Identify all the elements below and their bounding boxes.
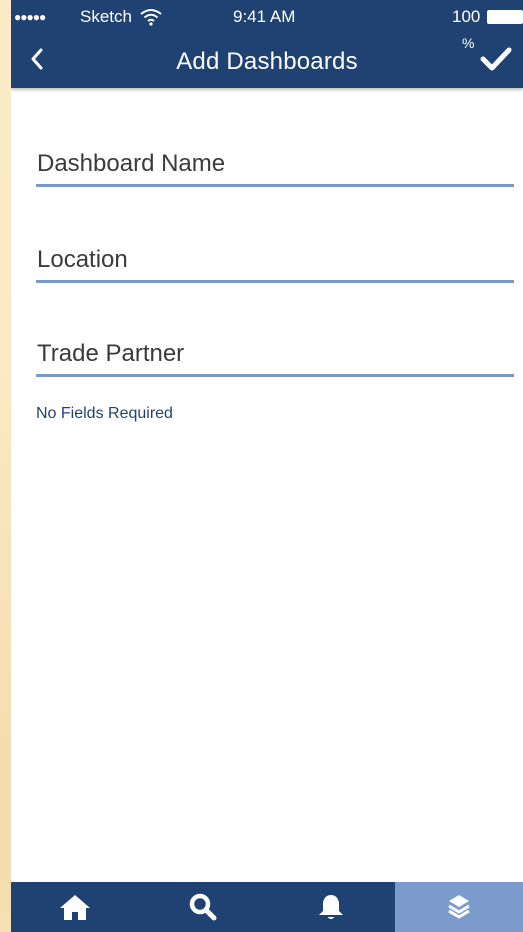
checkmark-icon xyxy=(480,47,512,71)
layers-icon xyxy=(448,895,470,919)
clock: 9:41 AM xyxy=(233,7,296,26)
dashboard-name-field[interactable]: Dashboard Name xyxy=(36,150,514,187)
required-fields-note: No Fields Required xyxy=(36,405,173,422)
search-icon xyxy=(189,893,217,921)
dashboard-name-label: Dashboard Name xyxy=(37,150,226,177)
wifi-icon xyxy=(140,9,162,26)
confirm-button[interactable] xyxy=(479,44,513,74)
status-bar: ●●●●● Sketch 9:41 AM 100 xyxy=(11,0,523,34)
signal-strength: ●●●●● xyxy=(14,10,46,24)
navigation-bar: Add Dashboards xyxy=(11,34,523,88)
tab-dashboards[interactable] xyxy=(395,882,523,932)
location-field[interactable]: Location xyxy=(36,246,514,283)
tab-search[interactable] xyxy=(139,882,267,932)
home-icon xyxy=(60,895,90,920)
tab-bar xyxy=(11,882,523,932)
header: ●●●●● Sketch 9:41 AM 100 % Add Dashboard… xyxy=(11,0,523,88)
battery-icon xyxy=(487,10,523,24)
trade-partner-field[interactable]: Trade Partner xyxy=(36,340,514,377)
tab-notifications[interactable] xyxy=(267,882,395,932)
battery-percent: 100 xyxy=(452,7,481,26)
bell-icon xyxy=(319,895,343,919)
trade-partner-label: Trade Partner xyxy=(37,340,185,367)
location-label: Location xyxy=(37,246,128,273)
phone-screen: ●●●●● Sketch 9:41 AM 100 % Add Dashboard… xyxy=(11,0,523,932)
tab-home[interactable] xyxy=(11,882,139,932)
page-title: Add Dashboards xyxy=(176,48,358,75)
carrier-name: Sketch xyxy=(80,7,132,26)
